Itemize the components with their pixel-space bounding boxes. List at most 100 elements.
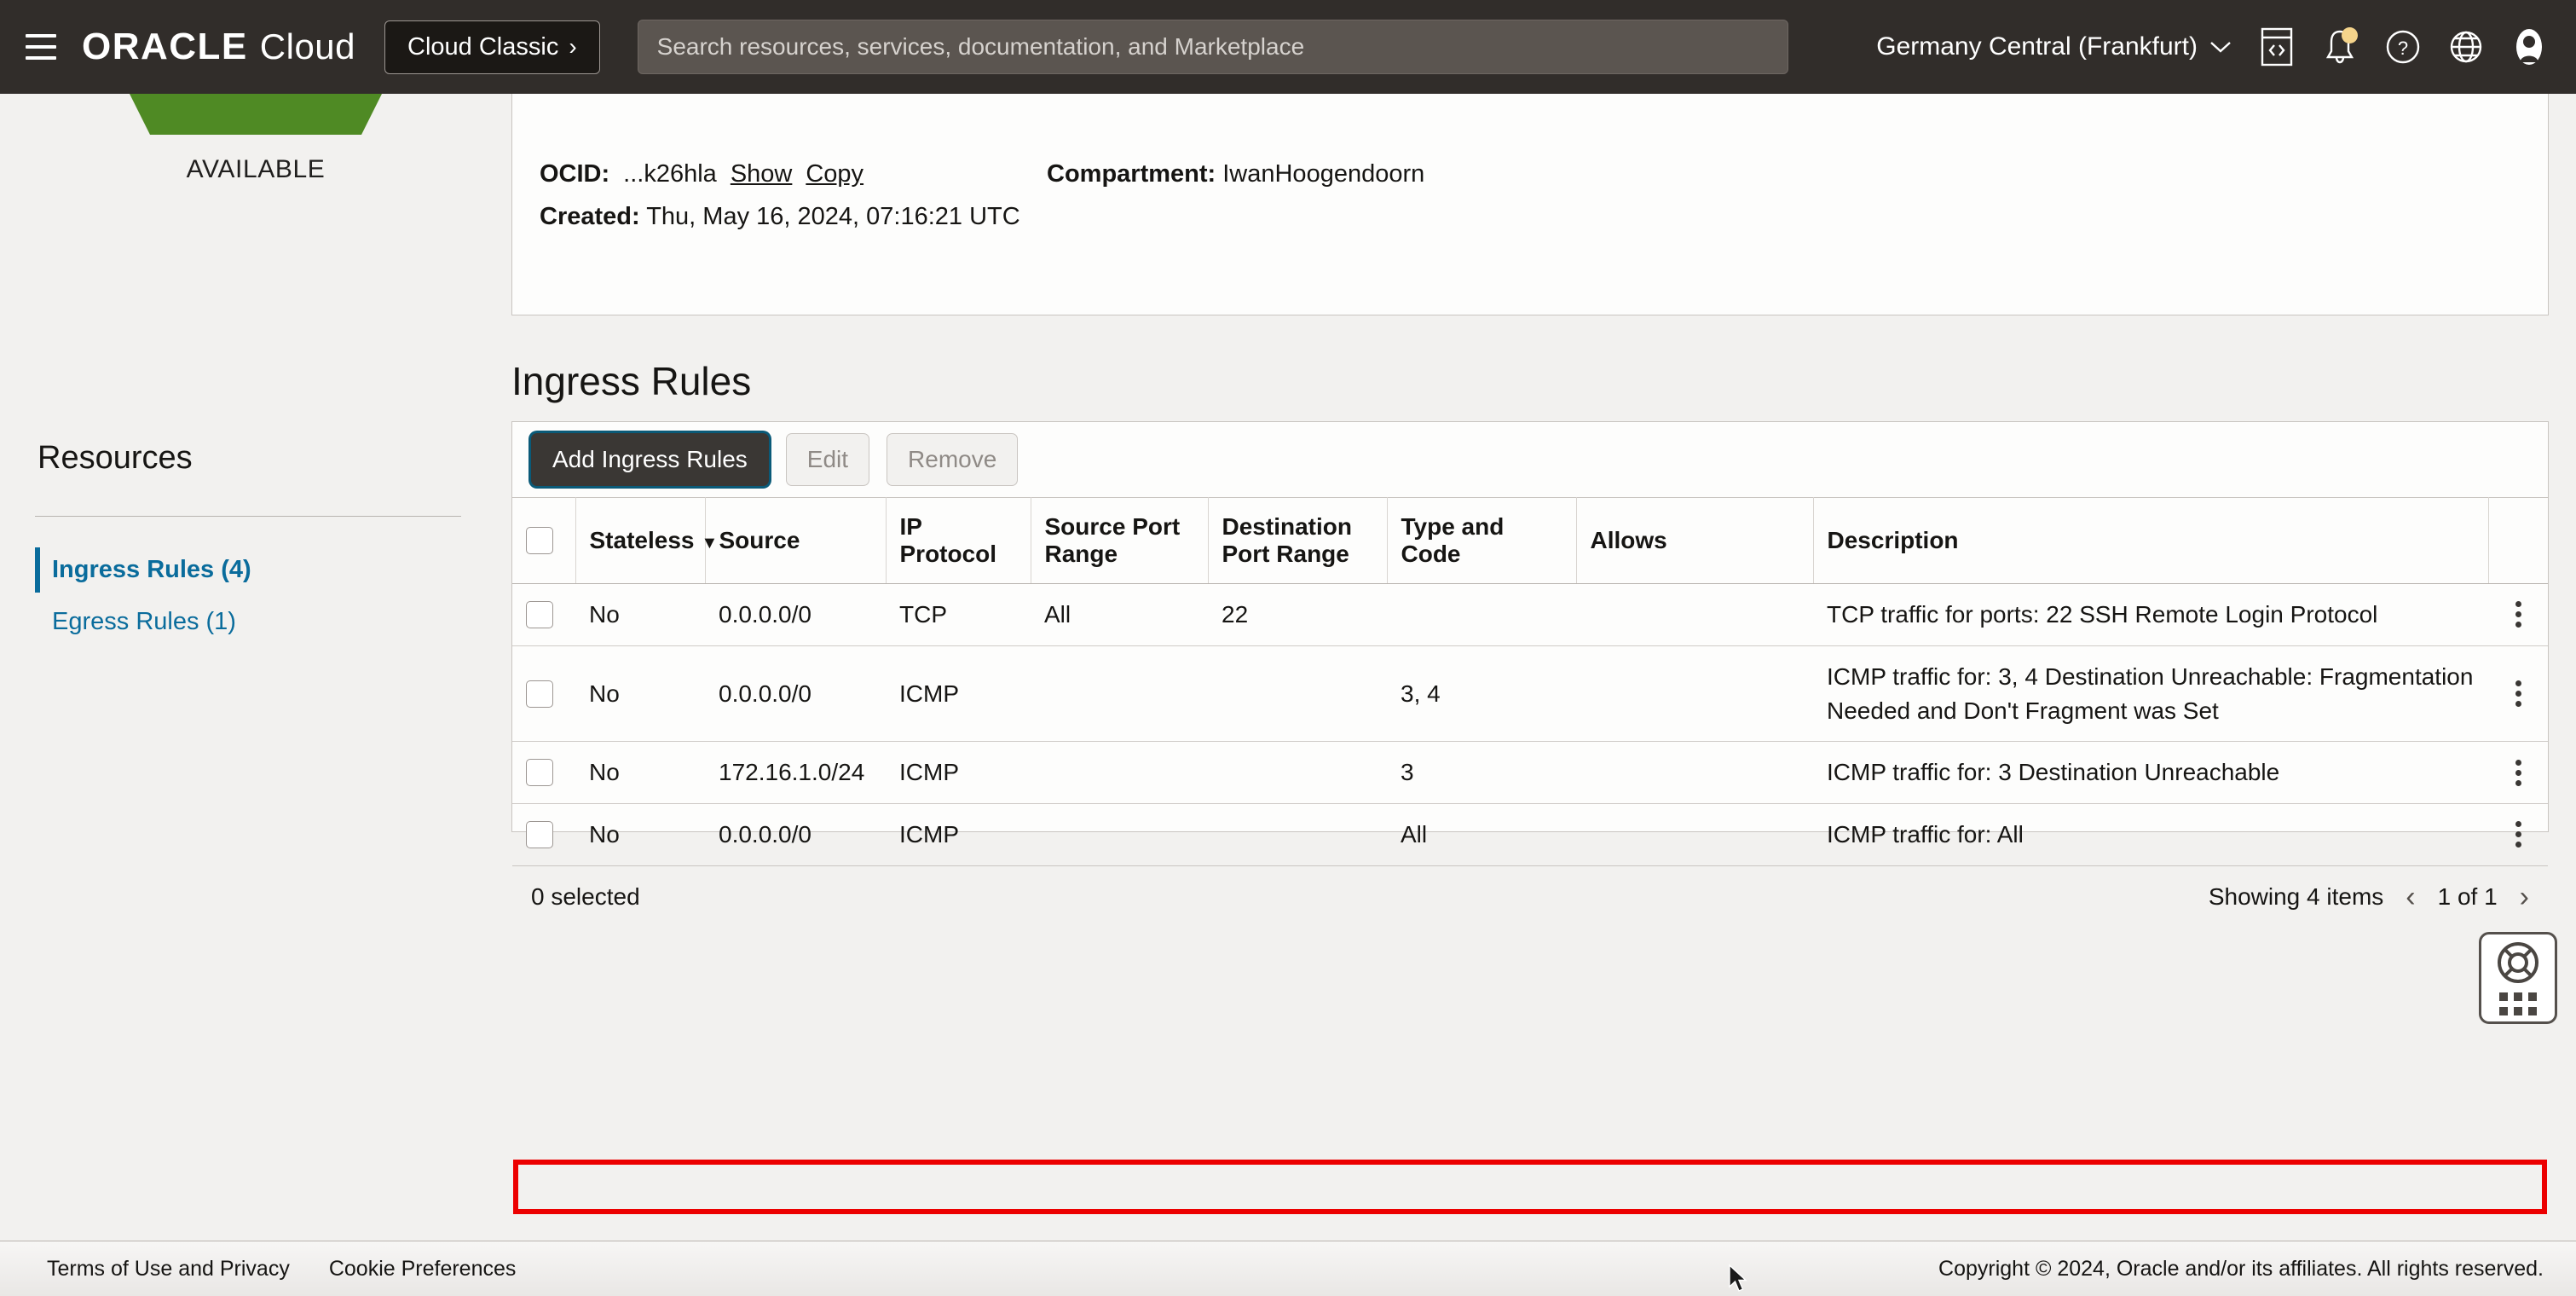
sidebar-item-label: Ingress Rules (4) — [52, 556, 251, 583]
row-actions-cell — [2488, 645, 2548, 743]
terms-of-use-link[interactable]: Terms of Use and Privacy — [47, 1257, 290, 1282]
row-select-cell — [512, 741, 575, 804]
column-header-type-and-code: Type and Code — [1387, 497, 1577, 584]
user-avatar-icon[interactable] — [2498, 15, 2561, 78]
region-label: Germany Central (Frankfurt) — [1876, 32, 2198, 61]
previous-page-icon[interactable]: ‹ — [2406, 882, 2415, 911]
cell-ip-protocol: ICMP — [886, 645, 1031, 743]
table-body: No 0.0.0.0/0 TCP All 22 TCP traffic for … — [512, 583, 2548, 865]
availability-status: AVAILABLE — [0, 82, 511, 184]
table-row[interactable]: No 0.0.0.0/0 TCP All 22 TCP traffic for … — [512, 583, 2548, 646]
row-actions-cell — [2488, 583, 2548, 646]
cell-allows — [1576, 645, 1813, 743]
resource-detail-card: OCID: ...k26hla Show Copy Created: Thu, … — [511, 94, 2549, 315]
compartment-row: Compartment: IwanHoogendoorn — [1047, 160, 1424, 188]
brand-oracle-text: ORACLE — [82, 26, 248, 67]
status-badge: AVAILABLE — [186, 155, 326, 183]
cell-description: ICMP traffic for: 3 Destination Unreacha… — [1813, 741, 2488, 804]
row-checkbox[interactable] — [526, 600, 553, 628]
row-select-cell — [512, 804, 575, 865]
table-row[interactable]: No 0.0.0.0/0 ICMP All ICMP traffic for: … — [512, 804, 2548, 865]
column-header-source: Source — [705, 497, 887, 584]
row-actions-kebab-icon[interactable] — [2502, 821, 2534, 848]
hamburger-menu-icon[interactable] — [17, 23, 65, 71]
cell-source-port-range: All — [1031, 583, 1208, 646]
cell-stateless: No — [575, 645, 705, 743]
edit-button[interactable]: Edit — [785, 433, 870, 486]
selected-count: 0 selected — [531, 883, 640, 911]
sidebar-item-label: Egress Rules (1) — [52, 608, 236, 635]
select-all-checkbox[interactable] — [526, 527, 553, 554]
row-actions-kebab-icon[interactable] — [2502, 601, 2534, 628]
cell-allows — [1576, 741, 1813, 804]
cell-stateless: No — [589, 820, 620, 848]
cell-description: ICMP traffic for: All — [1827, 821, 2024, 848]
ocid-show-link[interactable]: Show — [731, 160, 793, 188]
table-toolbar: Add Ingress Rules Edit Remove — [512, 422, 2548, 497]
oracle-cloud-logo[interactable]: ORACLE Cloud — [82, 26, 355, 68]
table-header-row: Stateless ▼ Source IP Protocol Source Por… — [512, 497, 2548, 584]
ocid-copy-link[interactable]: Copy — [806, 160, 863, 188]
cookie-preferences-link[interactable]: Cookie Preferences — [329, 1257, 517, 1282]
remove-button[interactable]: Remove — [887, 433, 1019, 486]
resources-list: Ingress Rules (4) Egress Rules (1) — [35, 544, 478, 648]
highlight-annotation-box — [513, 1160, 2547, 1214]
cloud-classic-button[interactable]: Cloud Classic › — [384, 20, 600, 74]
table-row[interactable]: No 172.16.1.0/24 ICMP 3 ICMP traffic for… — [512, 741, 2548, 804]
copyright-text: Copyright © 2024, Oracle and/or its affi… — [1938, 1256, 2544, 1281]
chevron-down-icon — [2210, 42, 2231, 53]
column-header-stateless[interactable]: Stateless ▼ — [575, 497, 718, 584]
next-page-icon[interactable]: › — [2520, 882, 2529, 911]
column-header-description: Description — [1813, 497, 2489, 584]
life-ring-icon — [2498, 942, 2538, 983]
grid-drag-handle-icon[interactable] — [2499, 992, 2537, 1015]
compartment-value: IwanHoogendoorn — [1222, 160, 1425, 188]
sidebar-item-egress-rules[interactable]: Egress Rules (1) — [35, 596, 478, 648]
cell-destination-port-range — [1208, 741, 1387, 804]
created-row: Created: Thu, May 16, 2024, 07:16:21 UTC — [540, 203, 1020, 231]
row-checkbox[interactable] — [526, 820, 553, 848]
notification-badge-dot — [2342, 27, 2358, 43]
sort-caret-icon: ▼ — [701, 534, 719, 553]
svg-text:?: ? — [2398, 38, 2408, 59]
row-actions-kebab-icon[interactable] — [2502, 680, 2534, 707]
row-checkbox[interactable] — [526, 680, 553, 708]
help-question-icon[interactable]: ? — [2371, 15, 2434, 78]
ocid-label: OCID: — [540, 160, 610, 188]
global-search[interactable] — [637, 20, 1788, 74]
cell-source: 0.0.0.0/0 — [705, 583, 886, 646]
row-actions-kebab-icon[interactable] — [2502, 759, 2534, 786]
select-all-header — [512, 497, 576, 584]
cell-type-and-code: 3 — [1387, 741, 1576, 804]
cell-source: 172.16.1.0/24 — [705, 741, 886, 804]
sidebar-item-ingress-rules[interactable]: Ingress Rules (4) — [35, 544, 478, 596]
region-selector[interactable]: Germany Central (Frankfurt) — [1863, 24, 2245, 70]
cell-description: TCP traffic for ports: 22 SSH Remote Log… — [1813, 583, 2488, 646]
cell-source-port-range — [1031, 741, 1208, 804]
pagination: Showing 4 items ‹ 1 of 1 › — [2209, 882, 2529, 911]
support-help-widget[interactable] — [2479, 932, 2557, 1024]
cell-ip-protocol: TCP — [886, 583, 1031, 646]
footer-links: Terms of Use and Privacy Cookie Preferen… — [47, 1257, 516, 1282]
notifications-bell-icon[interactable] — [2308, 15, 2371, 78]
cell-source-port-range — [1031, 645, 1208, 743]
code-editor-icon[interactable] — [2245, 15, 2308, 78]
cell-destination-port-range — [1208, 804, 1387, 865]
page-indicator: 1 of 1 — [2437, 883, 2498, 911]
cell-type-and-code: All — [1401, 820, 1428, 848]
cell-stateless: No — [575, 741, 705, 804]
row-checkbox[interactable] — [526, 759, 553, 787]
search-input[interactable] — [637, 20, 1788, 74]
row-select-cell — [512, 583, 575, 646]
cell-source-port-range — [1031, 804, 1208, 865]
resources-divider — [35, 516, 461, 517]
add-ingress-rules-button[interactable]: Add Ingress Rules — [531, 433, 769, 486]
created-label: Created: — [540, 203, 640, 230]
row-actions-cell — [2488, 741, 2548, 804]
language-globe-icon[interactable] — [2434, 15, 2498, 78]
cell-stateless: No — [575, 583, 705, 646]
chevron-right-icon: › — [569, 33, 577, 60]
column-label: Stateless — [589, 527, 695, 553]
table-row[interactable]: No 0.0.0.0/0 ICMP 3, 4 ICMP traffic for:… — [512, 645, 2548, 743]
cell-ip-protocol: ICMP — [886, 741, 1031, 804]
